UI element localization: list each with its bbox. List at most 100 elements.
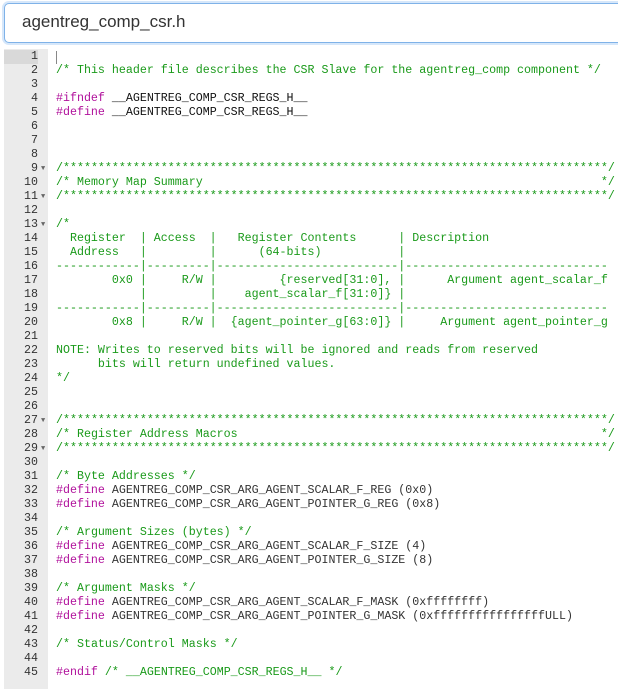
code-line[interactable]: 14 Register | Access | Register Contents… <box>4 232 618 246</box>
line-number: 7 <box>31 134 38 147</box>
code-line[interactable]: 23 bits will return undefined values. <box>4 358 618 372</box>
filename-field[interactable]: agentreg_comp_csr.h <box>4 3 618 43</box>
code-line[interactable]: 4 #ifndef __AGENTREG_COMP_CSR_REGS_H__ <box>4 92 618 106</box>
code-line[interactable]: 30 <box>4 456 618 470</box>
code-line[interactable]: 33 #define AGENTREG_COMP_CSR_ARG_AGENT_PO… <box>4 498 618 512</box>
fold-arrow-icon[interactable]: ▼ <box>41 442 45 456</box>
code-text: #define AGENTREG_COMP_CSR_ARG_AGENT_SCAL… <box>56 484 433 498</box>
code-text: ------------|---------|-----------------… <box>56 260 608 274</box>
preprocessor-directive: #define <box>56 540 105 553</box>
code-line[interactable]: 43 /* Status/Control Masks */ <box>4 638 618 652</box>
code-line[interactable]: 34 <box>4 512 618 526</box>
code-token: AGENTREG_COMP_CSR_ARG_AGENT_POINTER_G_RE… <box>104 498 441 511</box>
code-line[interactable]: 42 <box>4 624 618 638</box>
code-line[interactable]: 8 <box>4 148 618 162</box>
comment: /* <box>56 190 70 203</box>
code-line[interactable]: 13 ▼ /* <box>4 218 618 232</box>
comment: Status/Control Masks */ <box>69 638 238 651</box>
code-line[interactable]: 25 <box>4 386 618 400</box>
code-editor[interactable]: 1 2 /* This header file describes the CSR … <box>4 49 618 689</box>
fold-arrow-icon[interactable]: ▼ <box>41 190 45 204</box>
code-line[interactable]: 24 */ <box>4 372 618 386</box>
code-line[interactable]: 19 ------------|---------|---------------… <box>4 302 618 316</box>
code-line[interactable]: 44 <box>4 652 618 666</box>
fold-arrow-icon[interactable]: ▼ <box>41 218 45 232</box>
comment: /* <box>56 428 70 441</box>
comment: 0x0 | R/W | {reserved[31:0], | Argument … <box>56 274 608 287</box>
fold-arrow-icon[interactable]: ▼ <box>41 162 45 176</box>
code-line[interactable]: 9 ▼ /*************************************… <box>4 162 618 176</box>
comment: /* <box>56 470 70 483</box>
code-line[interactable]: 39 /* Argument Masks */ <box>4 582 618 596</box>
preprocessor-directive: #define <box>56 610 105 623</box>
line-number: 18 <box>24 288 38 301</box>
code-text: #define AGENTREG_COMP_CSR_ARG_AGENT_POIN… <box>56 498 440 512</box>
line-number: 43 <box>24 638 38 651</box>
comment: /* <box>56 526 70 539</box>
code-line[interactable]: 15 Address | | (64-bits) | <box>4 246 618 260</box>
code-line[interactable]: 35 /* Argument Sizes (bytes) */ <box>4 526 618 540</box>
comment: Register Address Macros */ <box>69 428 615 441</box>
code-text: #define AGENTREG_COMP_CSR_ARG_AGENT_POIN… <box>56 554 433 568</box>
code-line[interactable]: 32 #define AGENTREG_COMP_CSR_ARG_AGENT_SC… <box>4 484 618 498</box>
code-text: NOTE: Writes to reserved bits will be ig… <box>56 344 538 358</box>
code-token: __AGENTREG_COMP_CSR_REGS_H__ <box>104 106 308 119</box>
code-text: /***************************************… <box>56 414 615 428</box>
code-token: AGENTREG_COMP_CSR_ARG_AGENT_SCALAR_F_MAS… <box>104 596 490 609</box>
code-line[interactable]: 21 <box>4 330 618 344</box>
comment: 0x8 | R/W | {agent_pointer_g[63:0]} | Ar… <box>56 316 608 329</box>
code-line[interactable]: 28 /* Register Address Macros */ <box>4 428 618 442</box>
code-line[interactable]: 22 NOTE: Writes to reserved bits will be … <box>4 344 618 358</box>
code-line[interactable]: 10 /* Memory Map Summary */ <box>4 176 618 190</box>
line-number: 13 <box>24 218 38 231</box>
code-line[interactable]: 40 #define AGENTREG_COMP_CSR_ARG_AGENT_SC… <box>4 596 618 610</box>
code-line[interactable]: 29 ▼ /************************************… <box>4 442 618 456</box>
code-line[interactable]: 37 #define AGENTREG_COMP_CSR_ARG_AGENT_PO… <box>4 554 618 568</box>
code-line[interactable]: 5 #define __AGENTREG_COMP_CSR_REGS_H__ <box>4 106 618 120</box>
code-line[interactable]: 12 <box>4 204 618 218</box>
filename-text: agentreg_comp_csr.h <box>22 12 186 31</box>
code-line[interactable]: 31 /* Byte Addresses */ <box>4 470 618 484</box>
code-line[interactable]: 36 #define AGENTREG_COMP_CSR_ARG_AGENT_SC… <box>4 540 618 554</box>
code-line[interactable]: 27 ▼ /************************************… <box>4 414 618 428</box>
comment: /* <box>56 638 70 651</box>
code-line[interactable]: 11 ▼ /************************************… <box>4 190 618 204</box>
code-line[interactable]: 16 ------------|---------|---------------… <box>4 260 618 274</box>
line-number: 41 <box>24 610 38 623</box>
code-line[interactable]: 45 #endif /* __AGENTREG_COMP_CSR_REGS_H__… <box>4 666 618 680</box>
comment: /* <box>56 582 70 595</box>
comment: /* <box>56 64 70 77</box>
code-text: /* Status/Control Masks */ <box>56 638 238 652</box>
code-line[interactable]: 17 0x0 | R/W | {reserved[31:0], | Argume… <box>4 274 618 288</box>
code-text: #define AGENTREG_COMP_CSR_ARG_AGENT_SCAL… <box>56 540 426 554</box>
code-line[interactable]: 18 | | agent_scalar_f[31:0]} | <box>4 288 618 302</box>
line-number: 24 <box>24 372 38 385</box>
comment: /* <box>56 414 70 427</box>
code-line[interactable]: 6 <box>4 120 618 134</box>
line-number: 6 <box>31 120 38 133</box>
line-number: 27 <box>24 414 38 427</box>
preprocessor-directive: #define <box>56 498 105 511</box>
code-text: 0x0 | R/W | {reserved[31:0], | Argument … <box>56 274 608 288</box>
code-line[interactable]: 3 <box>4 78 618 92</box>
comment: bits will return undefined values. <box>56 358 336 371</box>
code-line[interactable]: 7 <box>4 134 618 148</box>
code-line[interactable]: 1 <box>4 50 618 64</box>
code-line[interactable]: 26 <box>4 400 618 414</box>
code-line[interactable]: 20 0x8 | R/W | {agent_pointer_g[63:0]} |… <box>4 316 618 330</box>
code-line[interactable]: 38 <box>4 568 618 582</box>
code-text: /* This header file describes the CSR Sl… <box>56 64 601 78</box>
code-line[interactable]: 2 /* This header file describes the CSR S… <box>4 64 618 78</box>
fold-arrow-icon[interactable]: ▼ <box>41 414 45 428</box>
line-number: 34 <box>24 512 38 525</box>
line-number: 33 <box>24 498 38 511</box>
line-number: 36 <box>24 540 38 553</box>
code-text: Register | Access | Register Contents | … <box>56 232 489 246</box>
line-number: 4 <box>31 92 38 105</box>
comment: Memory Map Summary */ <box>69 176 615 189</box>
line-number: 45 <box>24 666 38 679</box>
line-number: 3 <box>31 78 38 91</box>
code-line[interactable]: 41 #define AGENTREG_COMP_CSR_ARG_AGENT_PO… <box>4 610 618 624</box>
comment: ****************************************… <box>69 162 615 175</box>
